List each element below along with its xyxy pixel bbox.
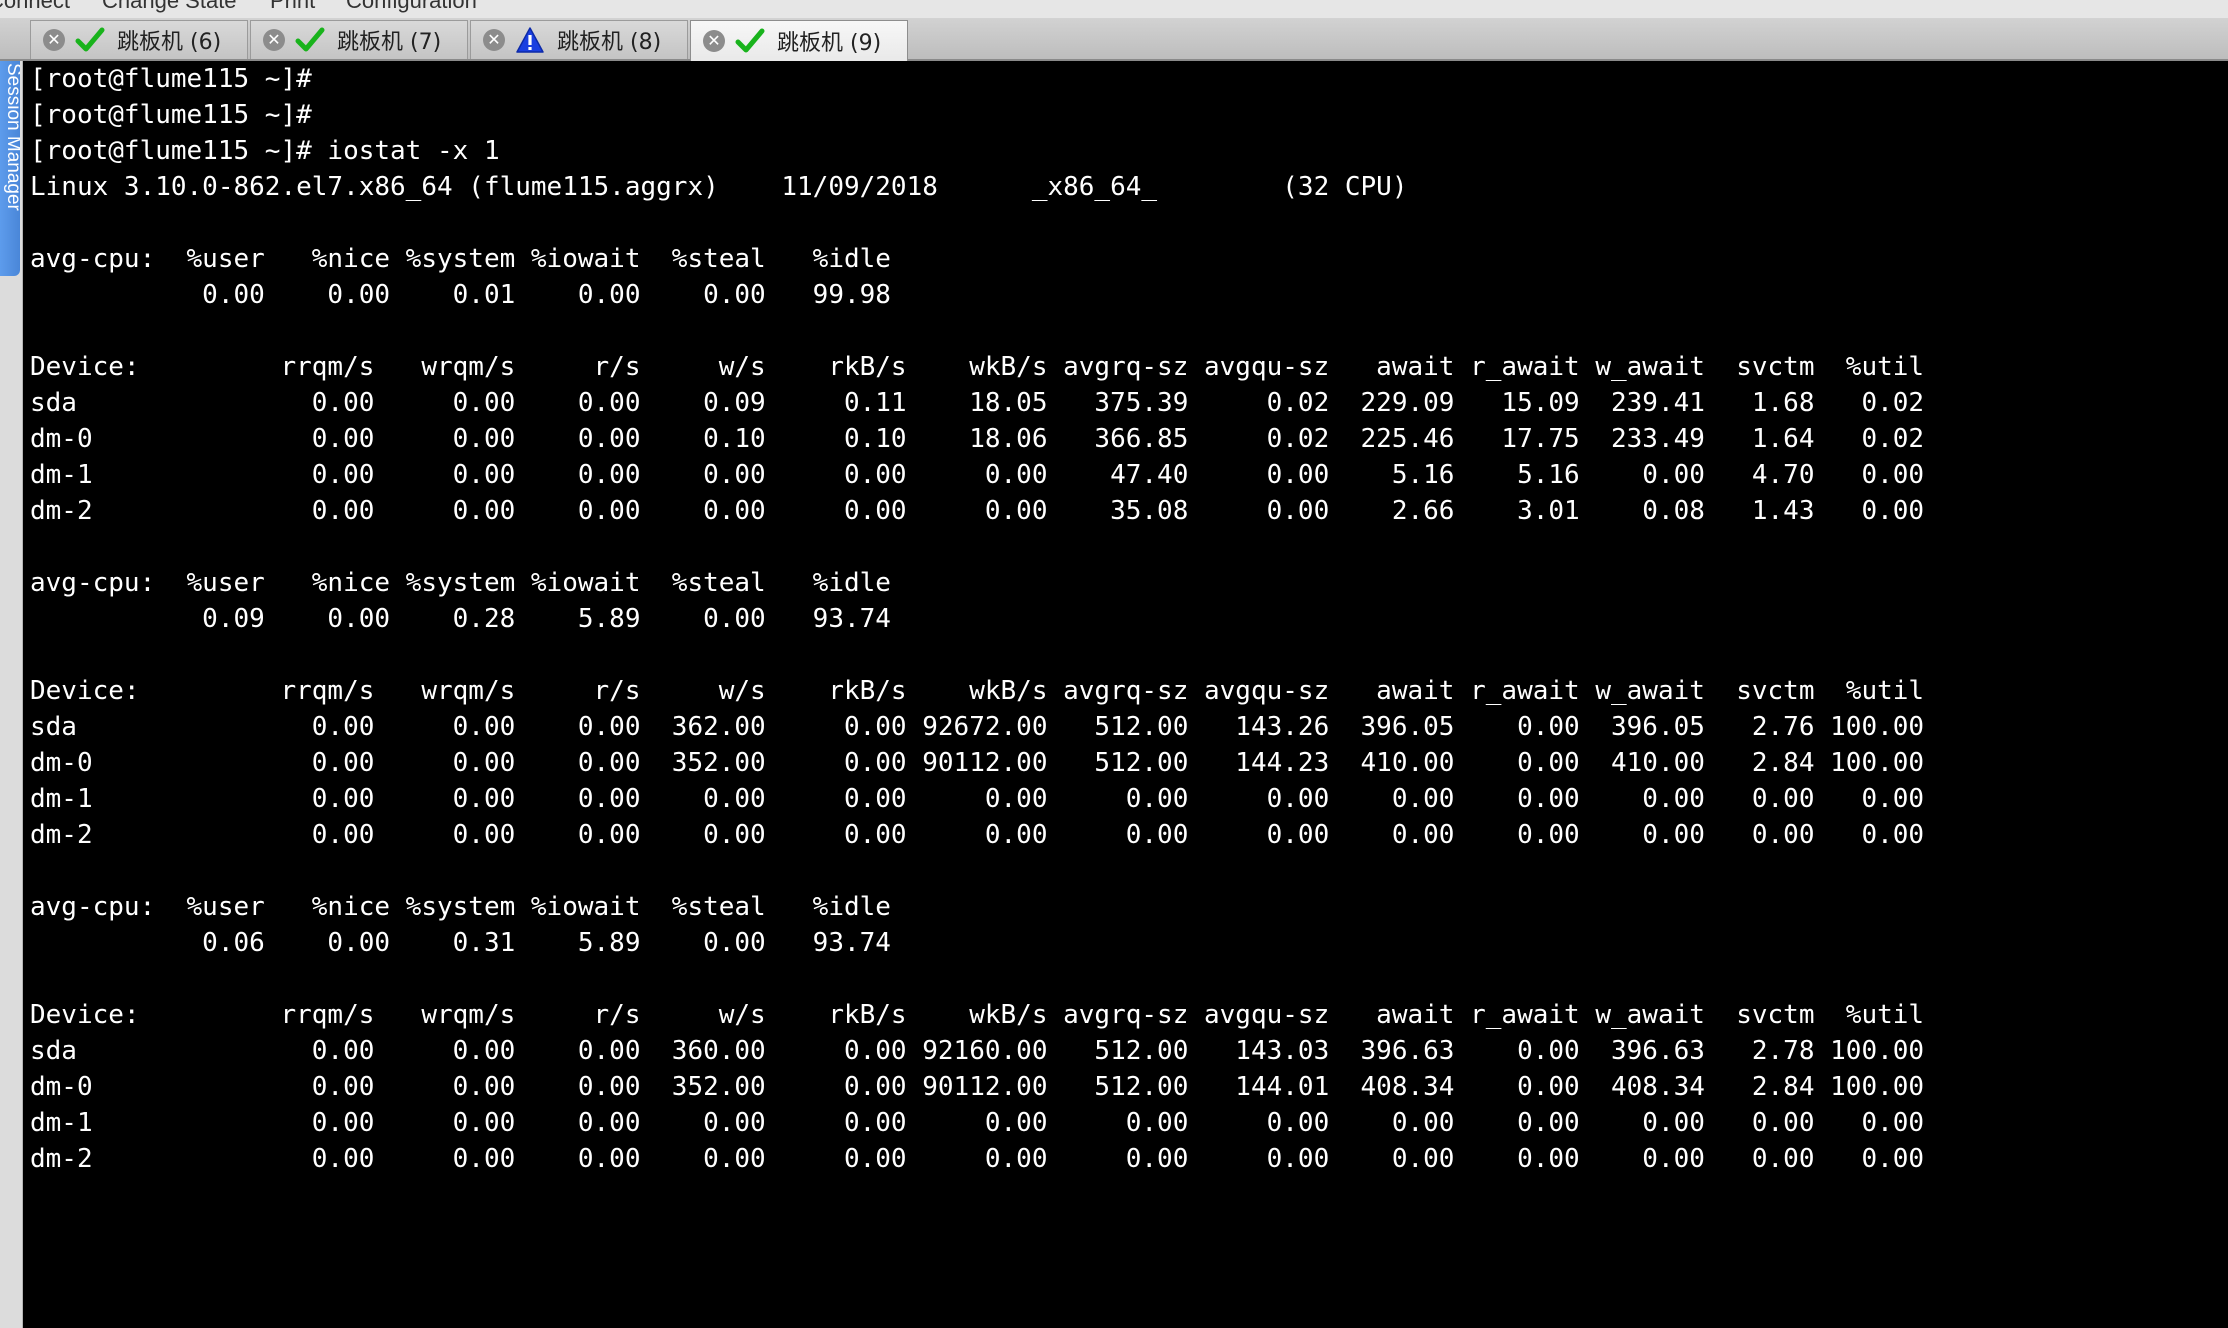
terminal-line: sda 0.00 0.00 0.00 360.00 0.00 92160.00 … xyxy=(30,1036,1925,1066)
terminal-line: Linux 3.10.0-862.el7.x86_64 (flume115.ag… xyxy=(30,172,1408,202)
terminal-line: 0.00 0.00 0.01 0.00 0.00 99.98 xyxy=(30,280,891,310)
close-tab-icon[interactable]: ✕ xyxy=(703,30,725,52)
terminal-line: dm-2 0.00 0.00 0.00 0.00 0.00 0.00 0.00 … xyxy=(30,820,1925,850)
close-tab-icon[interactable]: ✕ xyxy=(43,29,65,51)
menu-configuration[interactable]: Configuration xyxy=(346,0,477,14)
session-tab-7[interactable]: ✕ 跳板机 (7) xyxy=(250,20,468,59)
terminal-line: [root@flume115 ~]# iostat -x 1 xyxy=(30,136,500,166)
warning-icon xyxy=(515,25,545,55)
terminal-line: sda 0.00 0.00 0.00 0.09 0.11 18.05 375.3… xyxy=(30,388,1925,418)
session-tab-bar: ✕ 跳板机 (6) ✕ 跳板机 (7) ✕ 跳板机 (8) ✕ 跳板机 (9) xyxy=(0,18,2228,61)
terminal-line: dm-0 0.00 0.00 0.00 352.00 0.00 90112.00… xyxy=(30,1072,1925,1102)
close-tab-icon[interactable]: ✕ xyxy=(263,29,285,51)
terminal-line: Device: rrqm/s wrqm/s r/s w/s rkB/s wkB/… xyxy=(30,1000,1925,1030)
terminal-line: sda 0.00 0.00 0.00 362.00 0.00 92672.00 … xyxy=(30,712,1925,742)
terminal-line: dm-0 0.00 0.00 0.00 0.10 0.10 18.06 366.… xyxy=(30,424,1925,454)
terminal-line: avg-cpu: %user %nice %system %iowait %st… xyxy=(30,244,891,274)
menu-bar: Connect Change State Print Configuration xyxy=(0,0,2228,18)
terminal-line: dm-0 0.00 0.00 0.00 352.00 0.00 90112.00… xyxy=(30,748,1925,778)
check-icon xyxy=(295,25,325,55)
menu-print[interactable]: Print xyxy=(270,0,315,14)
session-tab-6[interactable]: ✕ 跳板机 (6) xyxy=(30,20,248,59)
session-manager-sidebar: Session Manager xyxy=(0,61,23,1328)
terminal-line: [root@flume115 ~]# xyxy=(30,100,312,130)
terminal-line: dm-1 0.00 0.00 0.00 0.00 0.00 0.00 0.00 … xyxy=(30,1108,1925,1138)
terminal-line: Device: rrqm/s wrqm/s r/s w/s rkB/s wkB/… xyxy=(30,352,1925,382)
terminal-line: 0.09 0.00 0.28 5.89 0.00 93.74 xyxy=(30,604,891,634)
terminal-line: dm-1 0.00 0.00 0.00 0.00 0.00 0.00 0.00 … xyxy=(30,784,1925,814)
terminal-line: dm-2 0.00 0.00 0.00 0.00 0.00 0.00 0.00 … xyxy=(30,1144,1925,1174)
tab-label: 跳板机 (7) xyxy=(337,30,442,55)
session-manager-label: Session Manager xyxy=(3,63,20,211)
menu-change-state[interactable]: Change State xyxy=(102,0,237,14)
terminal-line: Device: rrqm/s wrqm/s r/s w/s rkB/s wkB/… xyxy=(30,676,1925,706)
tab-label: 跳板机 (6) xyxy=(117,30,222,55)
session-manager-toggle[interactable]: Session Manager xyxy=(0,61,20,276)
terminal-line: 0.06 0.00 0.31 5.89 0.00 93.74 xyxy=(30,928,891,958)
terminal-line: avg-cpu: %user %nice %system %iowait %st… xyxy=(30,568,891,598)
menu-connect[interactable]: Connect xyxy=(0,0,70,14)
terminal-output: [root@flume115 ~]# [root@flume115 ~]# [roo… xyxy=(30,61,1924,1177)
check-icon xyxy=(75,25,105,55)
terminal-line: avg-cpu: %user %nice %system %iowait %st… xyxy=(30,892,891,922)
session-tab-9[interactable]: ✕ 跳板机 (9) xyxy=(690,20,908,61)
terminal-line: [root@flume115 ~]# xyxy=(30,64,312,94)
session-tab-8[interactable]: ✕ 跳板机 (8) xyxy=(470,20,688,59)
terminal-line: dm-1 0.00 0.00 0.00 0.00 0.00 0.00 47.40… xyxy=(30,460,1925,490)
close-tab-icon[interactable]: ✕ xyxy=(483,29,505,51)
tab-label: 跳板机 (9) xyxy=(777,31,882,56)
check-icon xyxy=(735,26,765,56)
tab-label: 跳板机 (8) xyxy=(557,30,662,55)
terminal-window[interactable]: [root@flume115 ~]# [root@flume115 ~]# [roo… xyxy=(23,61,2228,1328)
terminal-line: dm-2 0.00 0.00 0.00 0.00 0.00 0.00 35.08… xyxy=(30,496,1925,526)
